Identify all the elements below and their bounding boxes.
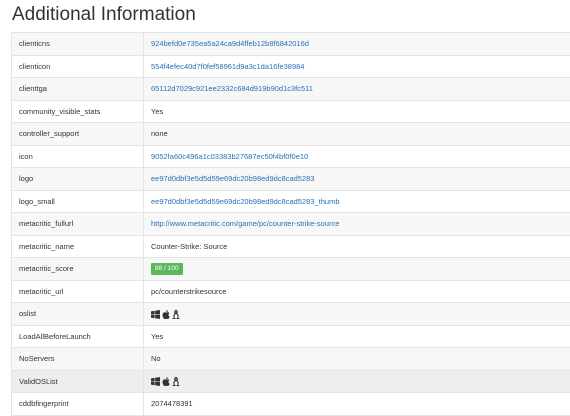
row-key-loadallbeforelaunch: LoadAllBeforeLaunch [12,325,144,348]
table-row: logo ee97d0dbf3e5d5d59e69dc20b98ed9dc8ca… [12,168,570,191]
table-row: ValidOSList [12,370,570,393]
row-key-clienticns: clienticns [12,33,144,56]
row-key-metacritic-url: metacritic_url [12,280,144,303]
row-value-logo-link[interactable]: ee97d0dbf3e5d5d59e69dc20b98ed9dc8cad5283 [151,174,315,183]
row-key-logo: logo [12,168,144,191]
metacritic-score-badge: 88 / 100 [151,263,183,275]
row-key-controller-support: controller_support [12,123,144,146]
table-row: LoadAllBeforeLaunch Yes [12,325,570,348]
row-value-clienticon-link[interactable]: 554f4efec40d7f0fef58961d9a3c1da16fe38984 [151,62,304,71]
table-row: clienticon 554f4efec40d7f0fef58961d9a3c1… [12,55,570,78]
table-row: community_visible_stats Yes [12,100,570,123]
windows-icon [151,310,160,319]
row-key-metacritic-score: metacritic_score [12,258,144,281]
apple-icon [162,377,170,386]
linux-icon [172,377,180,386]
row-key-cddbfingerprint: cddbfingerprint [12,393,144,416]
windows-icon [151,377,160,386]
table-row: cddbfingerprint 2074478391 [12,393,570,416]
table-row: logo_small ee97d0dbf3e5d5d59e69dc20b98ed… [12,190,570,213]
row-key-clienttga: clienttga [12,78,144,101]
row-value-clienttga-link[interactable]: 65112d7029c921ee2332c684d919b90d1c3fc511 [151,84,313,93]
table-row: metacritic_name Counter-Strike: Source [12,235,570,258]
row-key-logo-small: logo_small [12,190,144,213]
validoslist-icons [151,377,180,386]
row-value-metacritic-url: pc/counterstrikesource [144,280,570,303]
table-row: metacritic_url pc/counterstrikesource [12,280,570,303]
row-key-community-visible-stats: community_visible_stats [12,100,144,123]
apple-icon [162,310,170,319]
table-row: NoServers No [12,348,570,371]
oslist-icons [151,310,180,319]
row-key-clienticon: clienticon [12,55,144,78]
table-row: clienticns 924befd0e735ea5a24ca9d4ffeb12… [12,33,570,56]
row-value-clienticns-link[interactable]: 924befd0e735ea5a24ca9d4ffeb12b8f6842016d [151,39,309,48]
row-value-metacritic-name: Counter-Strike: Source [144,235,570,258]
row-value-controller-support: none [144,123,570,146]
section-title: Additional Information [12,4,196,26]
table-row: controller_support none [12,123,570,146]
table-row: metacritic_fullurl http://www.metacritic… [12,213,570,236]
row-value-cddbfingerprint: 2074478391 [144,393,570,416]
row-key-validoslist: ValidOSList [12,370,144,393]
row-value-noservers: No [144,348,570,371]
row-value-community-visible-stats: Yes [144,100,570,123]
row-key-metacritic-name: metacritic_name [12,235,144,258]
table-row: metacritic_score 88 / 100 [12,258,570,281]
linux-icon [172,310,180,319]
table-row: icon 9052fa60c496a1c03383b27687ec50f4bf0… [12,145,570,168]
row-value-metacritic-fullurl-link[interactable]: http://www.metacritic.com/game/pc/counte… [151,219,339,228]
row-key-oslist: oslist [12,303,144,326]
row-value-icon-link[interactable]: 9052fa60c496a1c03383b27687ec50f4bf0f0e10 [151,152,308,161]
row-key-noservers: NoServers [12,348,144,371]
row-key-icon: icon [12,145,144,168]
row-key-metacritic-fullurl: metacritic_fullurl [12,213,144,236]
additional-info-table: clienticns 924befd0e735ea5a24ca9d4ffeb12… [11,32,570,416]
table-row: oslist [12,303,570,326]
table-row: clienttga 65112d7029c921ee2332c684d919b9… [12,78,570,101]
row-value-loadallbeforelaunch: Yes [144,325,570,348]
row-value-logo-small-link[interactable]: ee97d0dbf3e5d5d59e69dc20b98ed9dc8cad5283… [151,197,340,206]
